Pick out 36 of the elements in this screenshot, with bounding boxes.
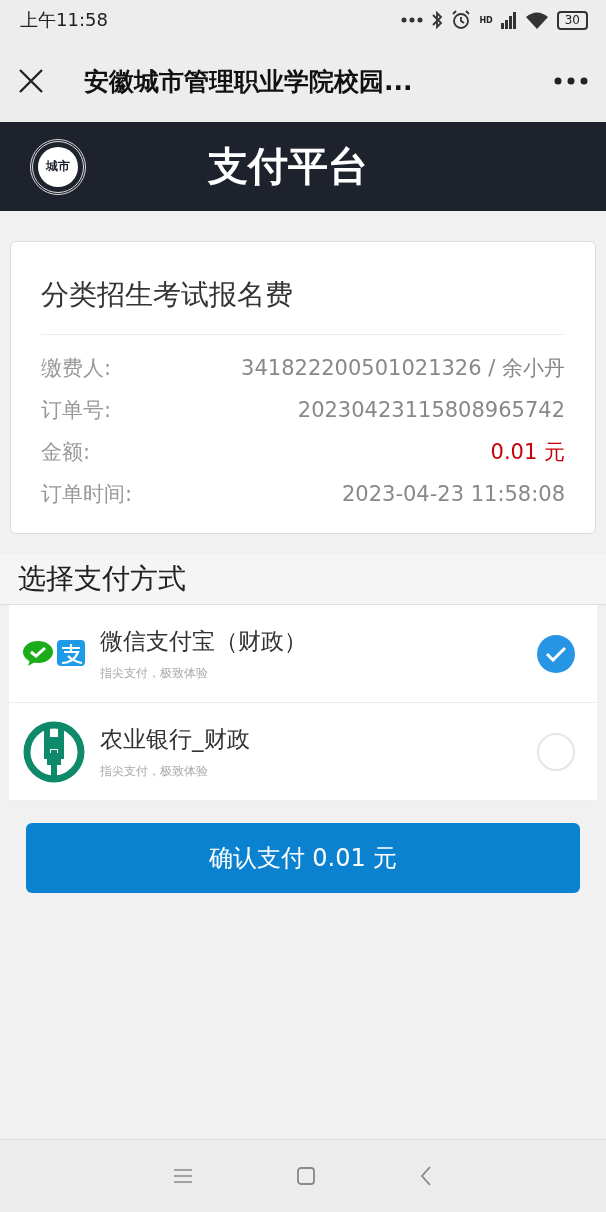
option-name: 微信支付宝（财政）	[100, 626, 308, 656]
page-title: 安徽城市管理职业学院校园...	[84, 65, 414, 98]
status-time: 上午11:58	[20, 8, 108, 32]
check-icon	[545, 645, 567, 662]
section-title: 选择支付方式	[0, 554, 606, 605]
close-icon[interactable]	[18, 68, 44, 94]
payment-option[interactable]: 微信支付宝（财政） 指尖支付，极致体验	[9, 605, 597, 703]
menu-icon[interactable]	[174, 1168, 192, 1184]
header-title: 支付平台	[207, 142, 369, 191]
radio-button[interactable]	[537, 634, 575, 673]
confirm-pay-button[interactable]: 确认支付 0.01 元	[26, 823, 580, 893]
bank-logo-icon	[22, 719, 86, 784]
battery-level: 30	[556, 10, 588, 30]
field-label: 金额:	[41, 439, 91, 466]
amount-value: 0.01 元	[490, 439, 565, 466]
network-label: HD	[479, 15, 493, 25]
order-title: 分类招生考试报名费	[41, 242, 565, 335]
more-dots-icon	[401, 17, 424, 23]
wifi-icon	[524, 11, 549, 29]
field-value: 20230423115808965742	[297, 398, 565, 422]
option-name: 农业银行_财政	[100, 724, 251, 754]
bluetooth-icon	[431, 10, 444, 30]
field-label: 订单号:	[41, 397, 112, 424]
field-value: 341822200501021326 / 余小丹	[241, 355, 565, 382]
alarm-clock-icon	[451, 10, 472, 30]
more-menu-icon[interactable]	[554, 77, 588, 85]
field-value: 2023-04-23 11:58:08	[341, 482, 565, 506]
option-note: 指尖支付，极致体验	[100, 664, 209, 682]
signal-icon	[500, 11, 517, 29]
payment-option[interactable]: 农业银行_财政 指尖支付，极致体验	[9, 703, 597, 801]
radio-button[interactable]	[537, 732, 575, 771]
field-label: 缴费人:	[41, 355, 112, 382]
back-icon[interactable]	[420, 1166, 432, 1186]
home-square-icon[interactable]	[297, 1167, 315, 1185]
field-label: 订单时间:	[41, 481, 133, 508]
option-note: 指尖支付，极致体验	[100, 762, 209, 780]
